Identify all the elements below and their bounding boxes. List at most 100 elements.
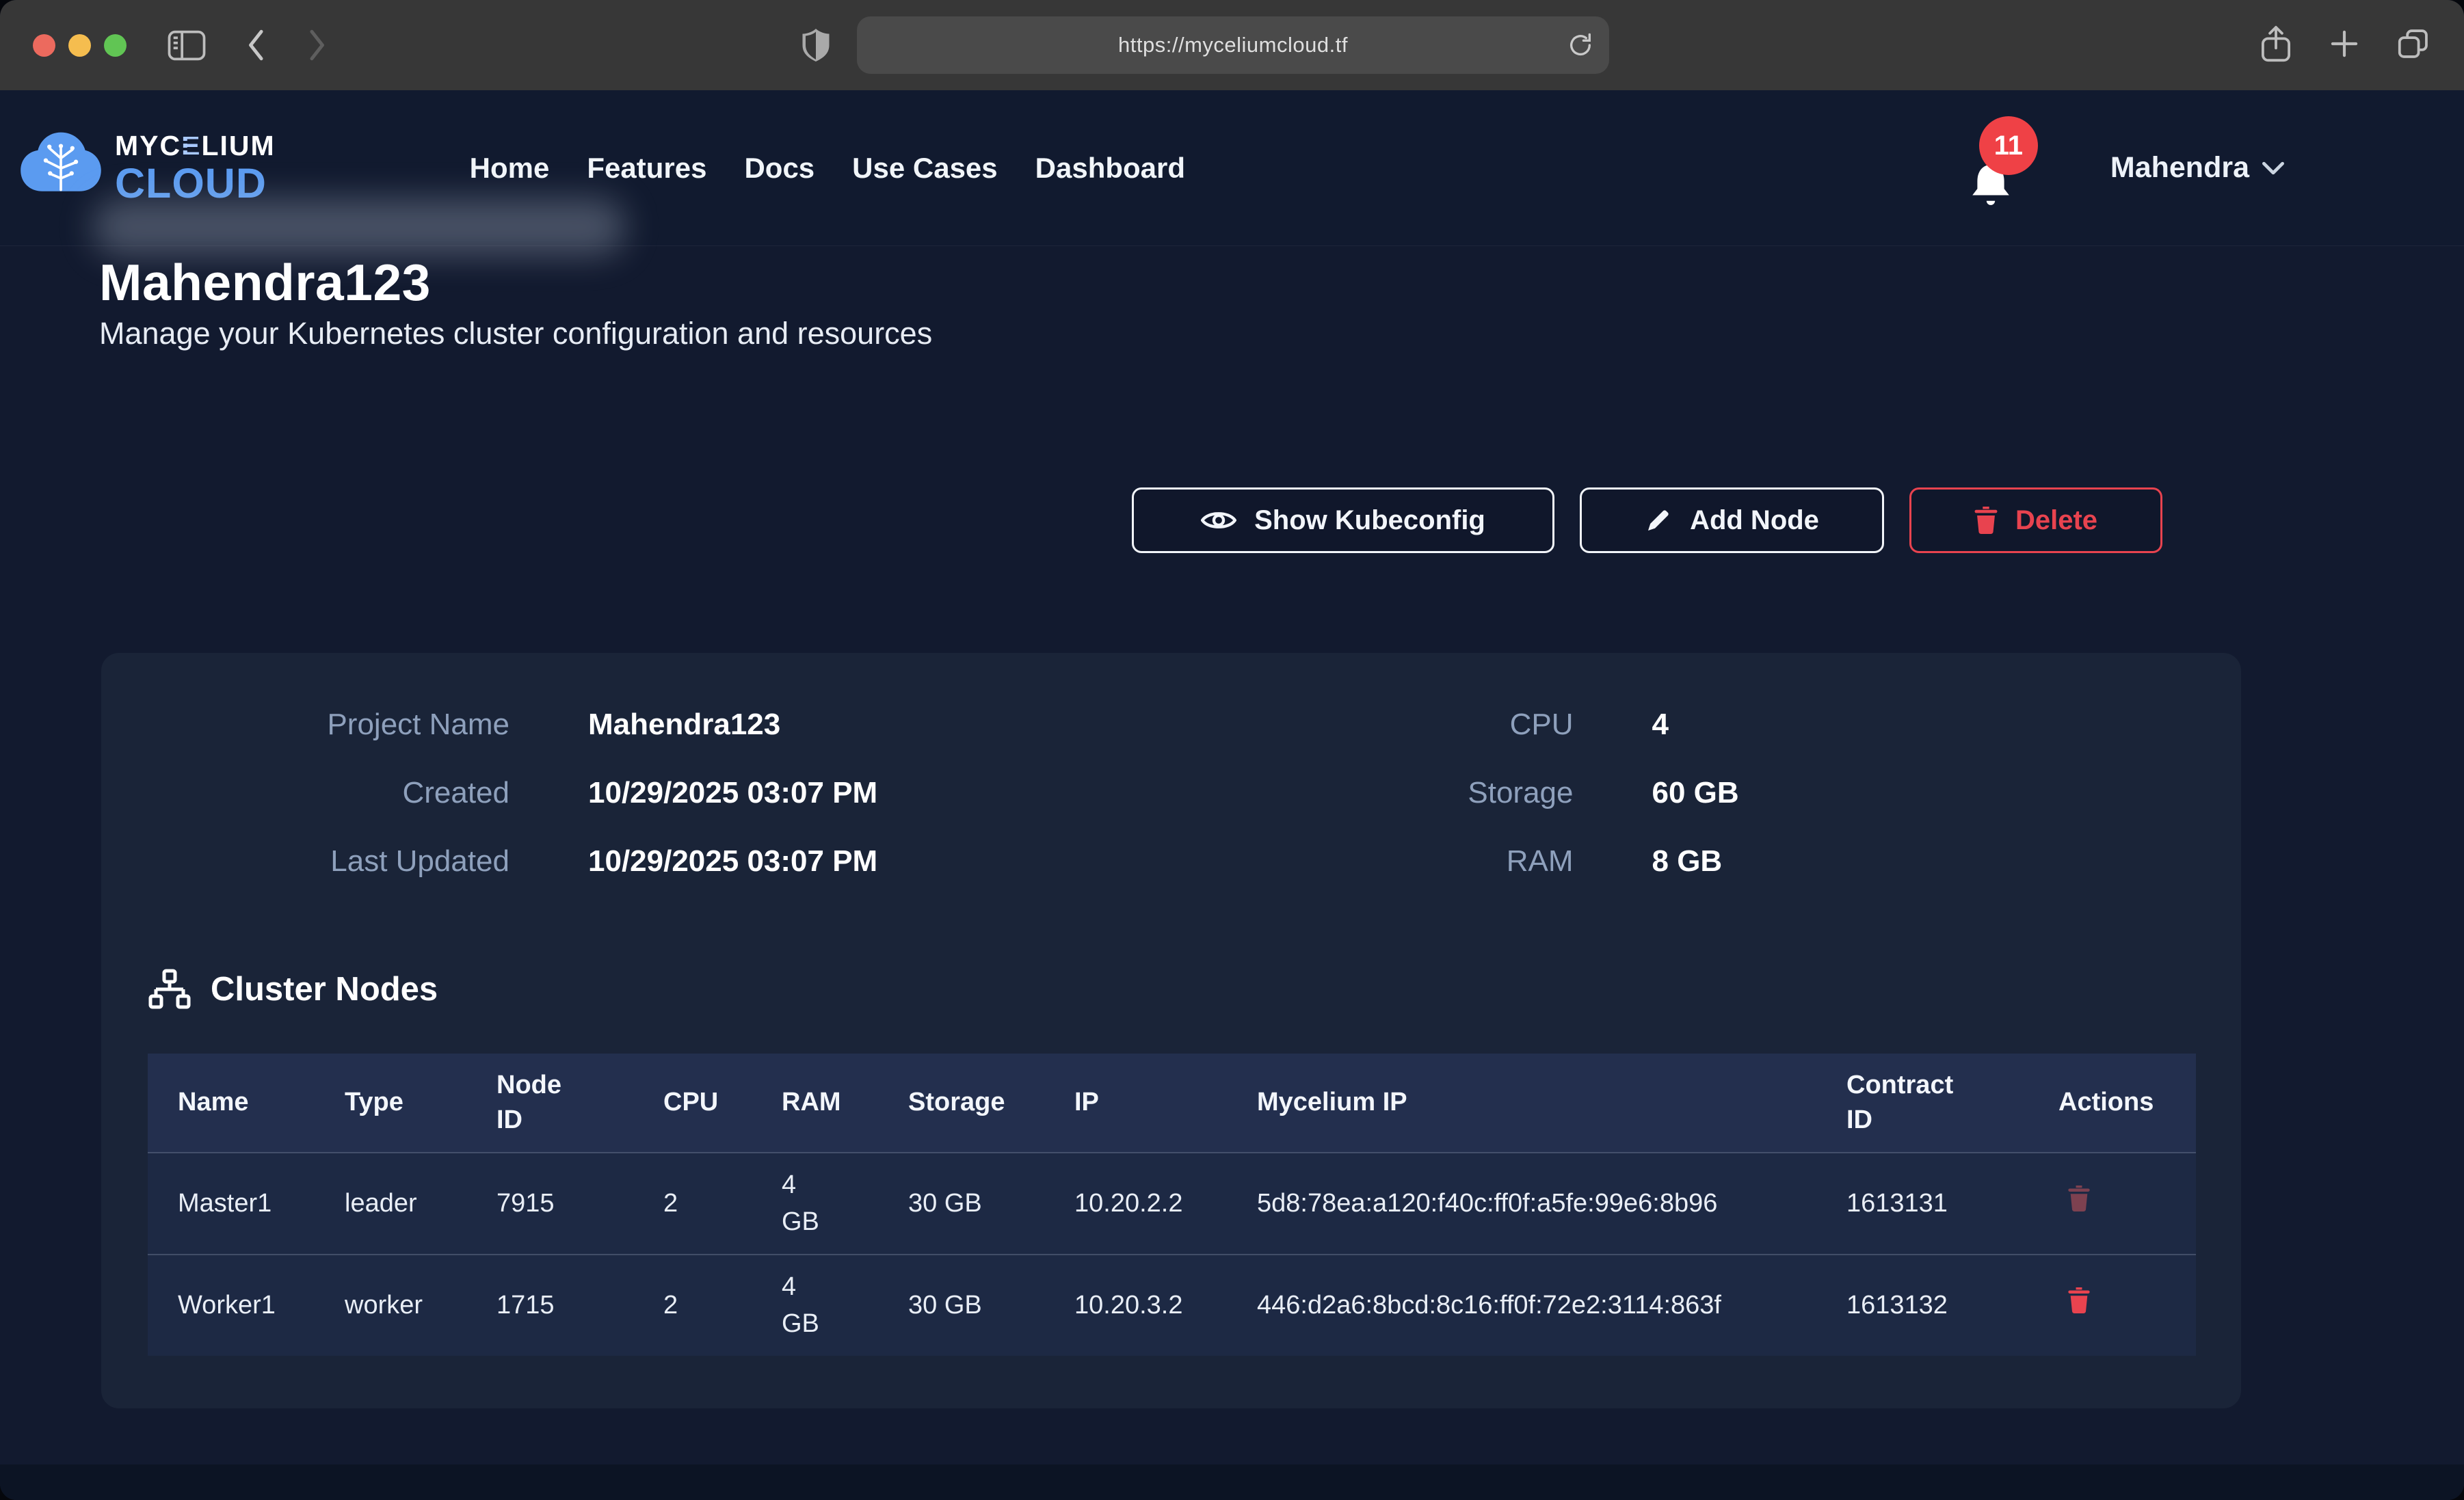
ram-label: RAM [1172, 844, 1574, 879]
url-text: https://myceliumcloud.tf [1118, 33, 1348, 57]
last-updated-value: 10/29/2025 03:07 PM [588, 844, 877, 879]
col-header-mycelium-ip: Mycelium IP [1227, 1054, 1816, 1153]
brand-text: MYCELIUM CLOUD [115, 132, 276, 204]
col-header-contract-id: Contract ID [1816, 1054, 2028, 1153]
info-column-right: CPU 4 Storage 60 GB RAM 8 GB [1172, 708, 2197, 913]
back-button[interactable] [243, 0, 270, 90]
sidebar-toggle-icon[interactable] [168, 0, 206, 90]
storage-value: 60 GB [1652, 776, 1739, 810]
notification-count-badge: 11 [1979, 116, 2038, 175]
ram-value: 8 GB [1652, 844, 1723, 879]
col-header-ram: RAM [752, 1054, 878, 1153]
pencil-icon [1645, 507, 1672, 534]
cluster-info-grid: Project Name Mahendra123 Created 10/29/2… [148, 708, 2196, 913]
browser-window: https://myceliumcloud.tf [0, 0, 2464, 1500]
share-icon[interactable] [2260, 25, 2292, 66]
cell-name: Worker1 [148, 1255, 315, 1356]
table-header-row: Name Type Node ID CPU RAM Storage IP Myc… [148, 1054, 2196, 1153]
cluster-nodes-title: Cluster Nodes [211, 970, 438, 1008]
cell-actions [2028, 1153, 2196, 1255]
cpu-value: 4 [1652, 708, 1669, 742]
forward-button[interactable] [303, 0, 330, 90]
cluster-nodes-table: Name Type Node ID CPU RAM Storage IP Myc… [148, 1054, 2196, 1356]
cluster-nodes-heading: Cluster Nodes [148, 969, 2196, 1010]
project-name-value: Mahendra123 [588, 708, 780, 742]
nav-link-dashboard[interactable]: Dashboard [1035, 152, 1185, 185]
show-kubeconfig-button[interactable]: Show Kubeconfig [1132, 487, 1554, 553]
brand-line1: MYCELIUM [115, 132, 276, 160]
minimize-window-button[interactable] [68, 34, 91, 57]
user-menu[interactable]: Mahendra [2110, 151, 2285, 185]
table-row: Worker1 worker 1715 2 4 GB 30 GB 10.20.3… [148, 1255, 2196, 1356]
tab-overview-icon[interactable] [2397, 28, 2430, 63]
col-header-ip: IP [1044, 1054, 1227, 1153]
col-header-actions: Actions [2028, 1054, 2196, 1153]
nav-link-use-cases[interactable]: Use Cases [852, 152, 997, 185]
close-window-button[interactable] [33, 34, 55, 57]
reload-icon[interactable] [1567, 30, 1594, 64]
page-title: Mahendra123 [99, 253, 431, 312]
window-controls [33, 34, 127, 57]
cell-contract-id: 1613132 [1816, 1255, 2028, 1356]
nav-right: 11 Mahendra [1968, 123, 2285, 213]
cell-ip: 10.20.3.2 [1044, 1255, 1227, 1356]
cpu-label: CPU [1172, 708, 1574, 742]
footer-band [0, 1464, 2464, 1500]
fullscreen-window-button[interactable] [104, 34, 127, 57]
info-row-created: Created 10/29/2025 03:07 PM [148, 776, 1172, 810]
show-kubeconfig-label: Show Kubeconfig [1254, 505, 1485, 536]
brand-line2: CLOUD [115, 163, 276, 204]
cell-node-id: 7915 [466, 1153, 633, 1255]
chrome-right-icons [2260, 0, 2430, 90]
cell-actions [2028, 1255, 2196, 1356]
cell-type: worker [315, 1255, 466, 1356]
info-row-cpu: CPU 4 [1172, 708, 2197, 742]
new-tab-icon[interactable] [2329, 29, 2359, 62]
user-name: Mahendra [2110, 151, 2249, 185]
mycelium-cloud-logo-icon [18, 126, 104, 209]
col-header-type: Type [315, 1054, 466, 1153]
cell-ram: 4 GB [752, 1255, 878, 1356]
col-header-node-id: Node ID [466, 1054, 633, 1153]
cell-name: Master1 [148, 1153, 315, 1255]
delete-cluster-button[interactable]: Delete [1909, 487, 2162, 553]
cell-contract-id: 1613131 [1816, 1153, 2028, 1255]
delete-node-button[interactable] [2058, 1287, 2094, 1314]
last-updated-label: Last Updated [148, 844, 509, 879]
cell-ram: 4 GB [752, 1153, 878, 1255]
info-row-ram: RAM 8 GB [1172, 844, 2197, 879]
delete-label: Delete [2015, 505, 2097, 536]
col-header-cpu: CPU [633, 1054, 752, 1153]
page-subtitle: Manage your Kubernetes cluster configura… [99, 316, 932, 351]
cell-storage: 30 GB [878, 1153, 1044, 1255]
nav-links: Home Features Docs Use Cases Dashboard [470, 152, 1185, 185]
privacy-shield-icon[interactable] [802, 0, 830, 90]
brand-logo[interactable]: MYCELIUM CLOUD [18, 126, 276, 209]
nav-link-docs[interactable]: Docs [744, 152, 814, 185]
storage-label: Storage [1172, 776, 1574, 810]
info-row-storage: Storage 60 GB [1172, 776, 2197, 810]
col-header-name: Name [148, 1054, 315, 1153]
add-node-label: Add Node [1690, 505, 1819, 536]
created-label: Created [148, 776, 509, 810]
cluster-details-panel: Project Name Mahendra123 Created 10/29/2… [101, 653, 2241, 1408]
trash-icon [2068, 1186, 2090, 1211]
cell-mycelium-ip: 446:d2a6:8bcd:8c16:ff0f:72e2:3114:863f [1227, 1255, 1816, 1356]
cell-mycelium-ip: 5d8:78ea:a120:f40c:ff0f:a5fe:99e6:8b96 [1227, 1153, 1816, 1255]
info-row-project-name: Project Name Mahendra123 [148, 708, 1172, 742]
cell-ip: 10.20.2.2 [1044, 1153, 1227, 1255]
browser-chrome: https://myceliumcloud.tf [0, 0, 2464, 91]
cell-storage: 30 GB [878, 1255, 1044, 1356]
table-row: Master1 leader 7915 2 4 GB 30 GB 10.20.2… [148, 1153, 2196, 1255]
nav-link-home[interactable]: Home [470, 152, 550, 185]
col-header-storage: Storage [878, 1054, 1044, 1153]
notifications-button[interactable]: 11 [1968, 161, 2013, 213]
created-value: 10/29/2025 03:07 PM [588, 776, 877, 810]
trash-icon [1974, 507, 1998, 534]
add-node-button[interactable]: Add Node [1580, 487, 1884, 553]
delete-node-button[interactable] [2058, 1185, 2094, 1212]
nav-link-features[interactable]: Features [587, 152, 706, 185]
hierarchy-icon [148, 969, 191, 1010]
cluster-actions: Show Kubeconfig Add Node Delete [1132, 487, 2162, 553]
address-bar[interactable]: https://myceliumcloud.tf [857, 16, 1609, 74]
